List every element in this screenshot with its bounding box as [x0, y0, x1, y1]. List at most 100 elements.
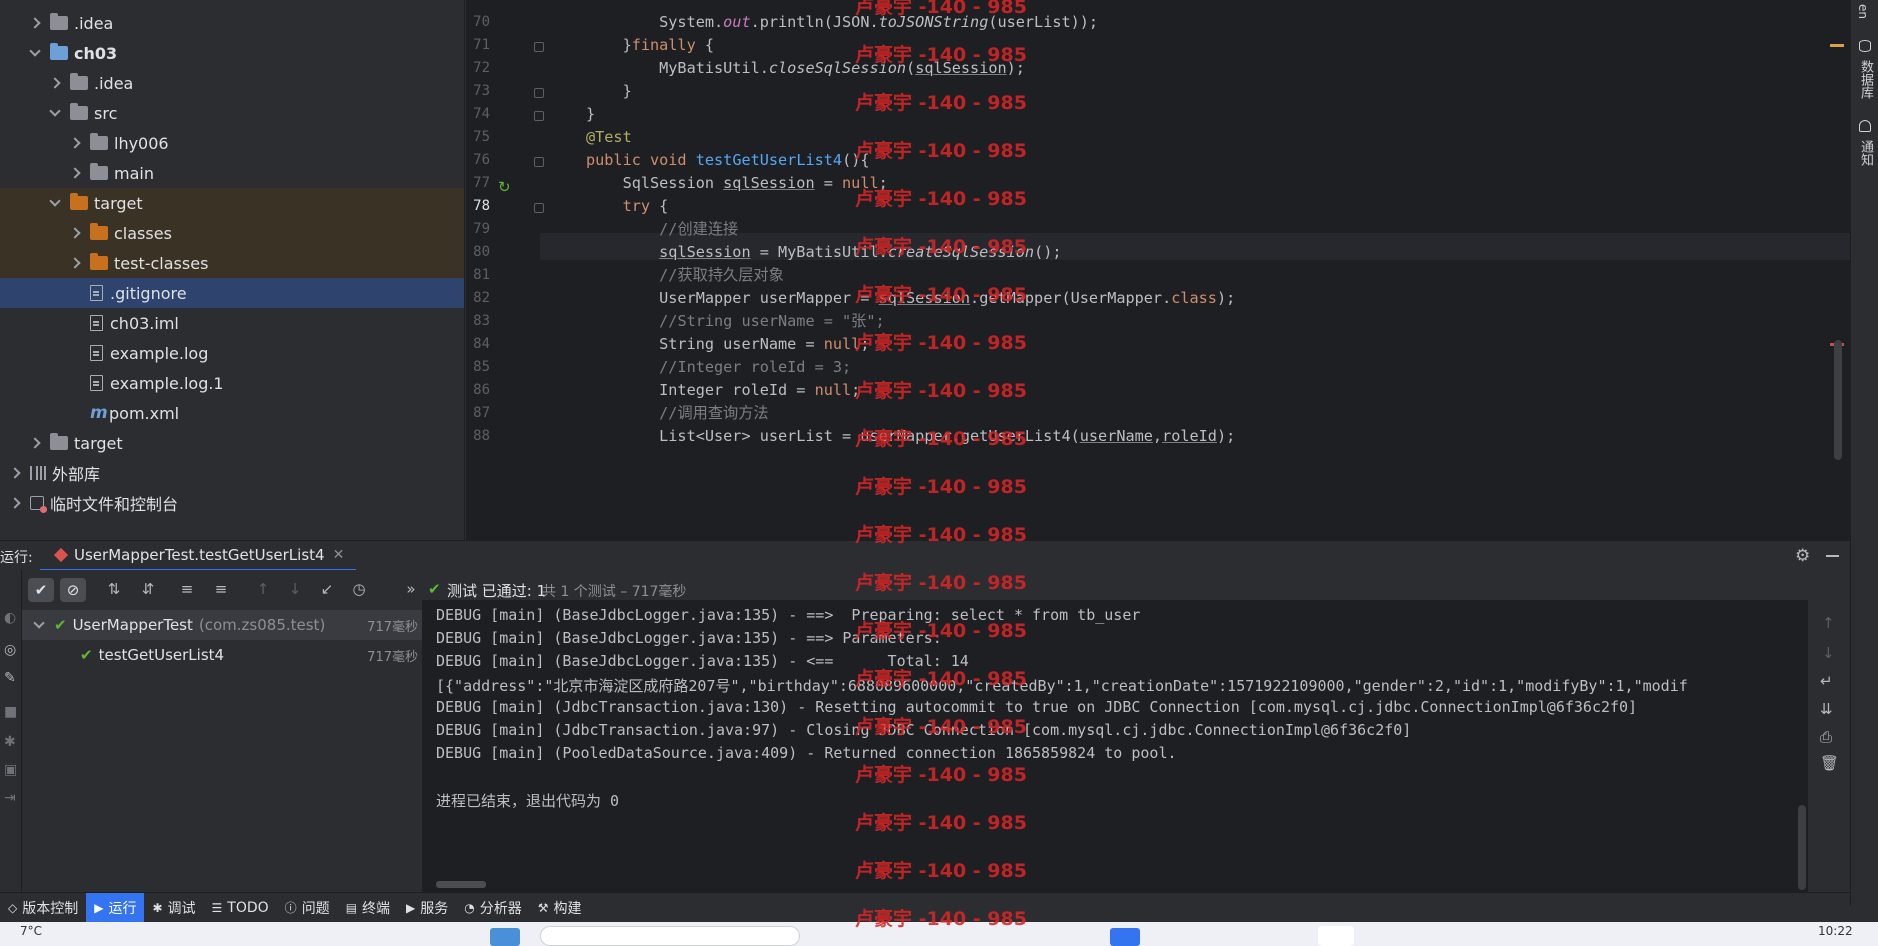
- chevron-right-icon[interactable]: [48, 76, 62, 90]
- next-failed-icon[interactable]: ↓: [286, 580, 304, 598]
- project-tree-item[interactable]: lhy006: [0, 128, 464, 158]
- line-number[interactable]: 82: [466, 290, 490, 306]
- print-icon[interactable]: ⎙: [1820, 728, 1832, 746]
- debug-icon[interactable]: ◐: [4, 610, 16, 626]
- editor-gutter[interactable]: 70 71 72 73 74 75 76 77 78 79 80 81 82 83 84 85 86 87 88 ↻: [466, 0, 544, 540]
- taskbar-app-icon[interactable]: [1110, 928, 1140, 946]
- database-tool-label[interactable]: 数据库: [1856, 60, 1875, 99]
- chevron-right-icon[interactable]: [68, 166, 82, 180]
- project-tree-item[interactable]: ch03.iml: [0, 308, 464, 338]
- line-number[interactable]: 73: [466, 83, 490, 99]
- minimize-icon[interactable]: [1826, 555, 1839, 557]
- project-tree-item[interactable]: target: [0, 188, 464, 218]
- tool-window-button[interactable]: ◔ 分析器: [456, 893, 529, 923]
- sort-alpha-icon[interactable]: ⇅: [105, 580, 123, 598]
- console-hscrollbar[interactable]: [436, 881, 486, 888]
- console-vscrollbar[interactable]: [1798, 805, 1806, 890]
- import-tests-icon[interactable]: ↙: [318, 580, 336, 598]
- project-tree-item[interactable]: .idea: [0, 68, 464, 98]
- collapse-all-icon[interactable]: ≡: [212, 580, 230, 598]
- taskbar-search-box[interactable]: [540, 926, 800, 946]
- chevron-right-icon[interactable]: [8, 466, 22, 480]
- project-tree-item[interactable]: classes: [0, 218, 464, 248]
- notifications-tool-label[interactable]: 通知: [1856, 140, 1875, 166]
- chevron-down-icon[interactable]: [48, 106, 62, 120]
- scroll-down-icon[interactable]: ↓: [1822, 644, 1835, 662]
- trash-icon[interactable]: 🗑: [1820, 754, 1839, 772]
- line-number[interactable]: 87: [466, 405, 490, 421]
- fold-marker-icon[interactable]: [534, 42, 544, 52]
- stop-icon[interactable]: ■: [4, 704, 17, 720]
- prev-failed-icon[interactable]: ↑: [254, 580, 272, 598]
- line-number[interactable]: 74: [466, 106, 490, 122]
- run-tab[interactable]: UserMapperTest.testGetUserList4 ✕: [40, 541, 356, 571]
- project-tree-item[interactable]: m pom.xml: [0, 398, 464, 428]
- taskbar-app-icon[interactable]: [490, 928, 520, 946]
- dump-icon[interactable]: ◎: [4, 642, 16, 658]
- chevron-right-icon[interactable]: [68, 136, 82, 150]
- project-tree-item[interactable]: .gitignore: [0, 278, 464, 308]
- wrench-icon[interactable]: ✎: [4, 670, 16, 686]
- project-tree-item[interactable]: test-classes: [0, 248, 464, 278]
- test-child-row[interactable]: ✔ testGetUserList4 717毫秒: [22, 640, 422, 670]
- chevron-right-icon[interactable]: [28, 436, 42, 450]
- taskbar-app-icon[interactable]: [1318, 926, 1354, 946]
- project-tree-item[interactable]: ch03: [0, 38, 464, 68]
- soft-wrap-icon[interactable]: ↵: [1820, 672, 1833, 690]
- line-number[interactable]: 75: [466, 129, 490, 145]
- code-line-88[interactable]: List<User> userList = userMapper.getUser…: [586, 423, 1235, 450]
- show-ignored-toggle[interactable]: ⊘: [60, 578, 86, 602]
- chevron-right-icon[interactable]: [68, 226, 82, 240]
- line-number[interactable]: 84: [466, 336, 490, 352]
- close-tab-icon[interactable]: ✕: [333, 547, 345, 563]
- project-tree-item[interactable]: example.log.1: [0, 368, 464, 398]
- scroll-to-end-icon[interactable]: ⇊: [1820, 700, 1833, 718]
- line-number[interactable]: 81: [466, 267, 490, 283]
- expand-all-icon[interactable]: ≡: [178, 580, 196, 598]
- tool-window-button[interactable]: ▤ 终端: [338, 893, 398, 923]
- fold-marker-icon[interactable]: [534, 157, 544, 167]
- project-tree-item[interactable]: .idea: [0, 8, 464, 38]
- scroll-up-icon[interactable]: ↑: [1822, 614, 1835, 632]
- gear-icon[interactable]: ⚙: [1795, 546, 1810, 566]
- line-number[interactable]: 71: [466, 37, 490, 53]
- console-output[interactable]: DEBUG [main] (BaseJdbcLogger.java:135) -…: [422, 600, 1808, 892]
- line-number[interactable]: 80: [466, 244, 490, 260]
- fold-marker-icon[interactable]: [534, 111, 544, 121]
- tool-window-button[interactable]: ⚒ 构建: [530, 893, 590, 923]
- tool-window-button[interactable]: ◇ 版本控制: [0, 893, 86, 923]
- more-icon[interactable]: »: [402, 580, 420, 598]
- project-tree-item[interactable]: target: [0, 428, 464, 458]
- warning-marker[interactable]: [1830, 44, 1844, 47]
- fold-marker-icon[interactable]: [534, 203, 544, 213]
- chevron-right-icon[interactable]: [28, 16, 42, 30]
- tool-window-button[interactable]: ▶ 运行: [86, 892, 145, 923]
- line-number[interactable]: 78: [466, 198, 490, 214]
- chevron-right-icon[interactable]: [68, 256, 82, 270]
- bell-icon[interactable]: [1859, 120, 1871, 132]
- code-editor[interactable]: 70 71 72 73 74 75 76 77 78 79 80 81 82 83 84 85 86 87 88 ↻ …: [466, 0, 1850, 540]
- chevron-down-icon[interactable]: [28, 46, 42, 60]
- tool-window-button[interactable]: ☰ TODO: [204, 893, 277, 923]
- run-test-gutter-icon[interactable]: ↻: [498, 178, 511, 196]
- show-passed-toggle[interactable]: ✔: [28, 578, 54, 602]
- editor-scrollbar[interactable]: [1834, 340, 1842, 460]
- fold-marker-icon[interactable]: [534, 88, 544, 98]
- project-tree-item[interactable]: example.log: [0, 338, 464, 368]
- chevron-down-icon[interactable]: [32, 618, 46, 632]
- project-tree-item[interactable]: 外部库: [0, 458, 464, 488]
- test-root-row[interactable]: ✔ UserMapperTest (com.zs085.test) 717毫秒: [22, 610, 422, 640]
- line-number[interactable]: 85: [466, 359, 490, 375]
- line-number[interactable]: 79: [466, 221, 490, 237]
- project-tree-item[interactable]: 临时文件和控制台: [0, 488, 464, 518]
- line-number[interactable]: 70: [466, 14, 490, 30]
- sort-duration-icon[interactable]: ⇵: [139, 580, 157, 598]
- line-number[interactable]: 86: [466, 382, 490, 398]
- line-number[interactable]: 72: [466, 60, 490, 76]
- line-number[interactable]: 76: [466, 152, 490, 168]
- history-icon[interactable]: ◷: [350, 580, 368, 598]
- chevron-down-icon[interactable]: [48, 196, 62, 210]
- database-icon[interactable]: [1859, 40, 1871, 52]
- settings-small-icon[interactable]: ✱: [4, 734, 16, 750]
- camera-icon[interactable]: ▣: [4, 762, 17, 778]
